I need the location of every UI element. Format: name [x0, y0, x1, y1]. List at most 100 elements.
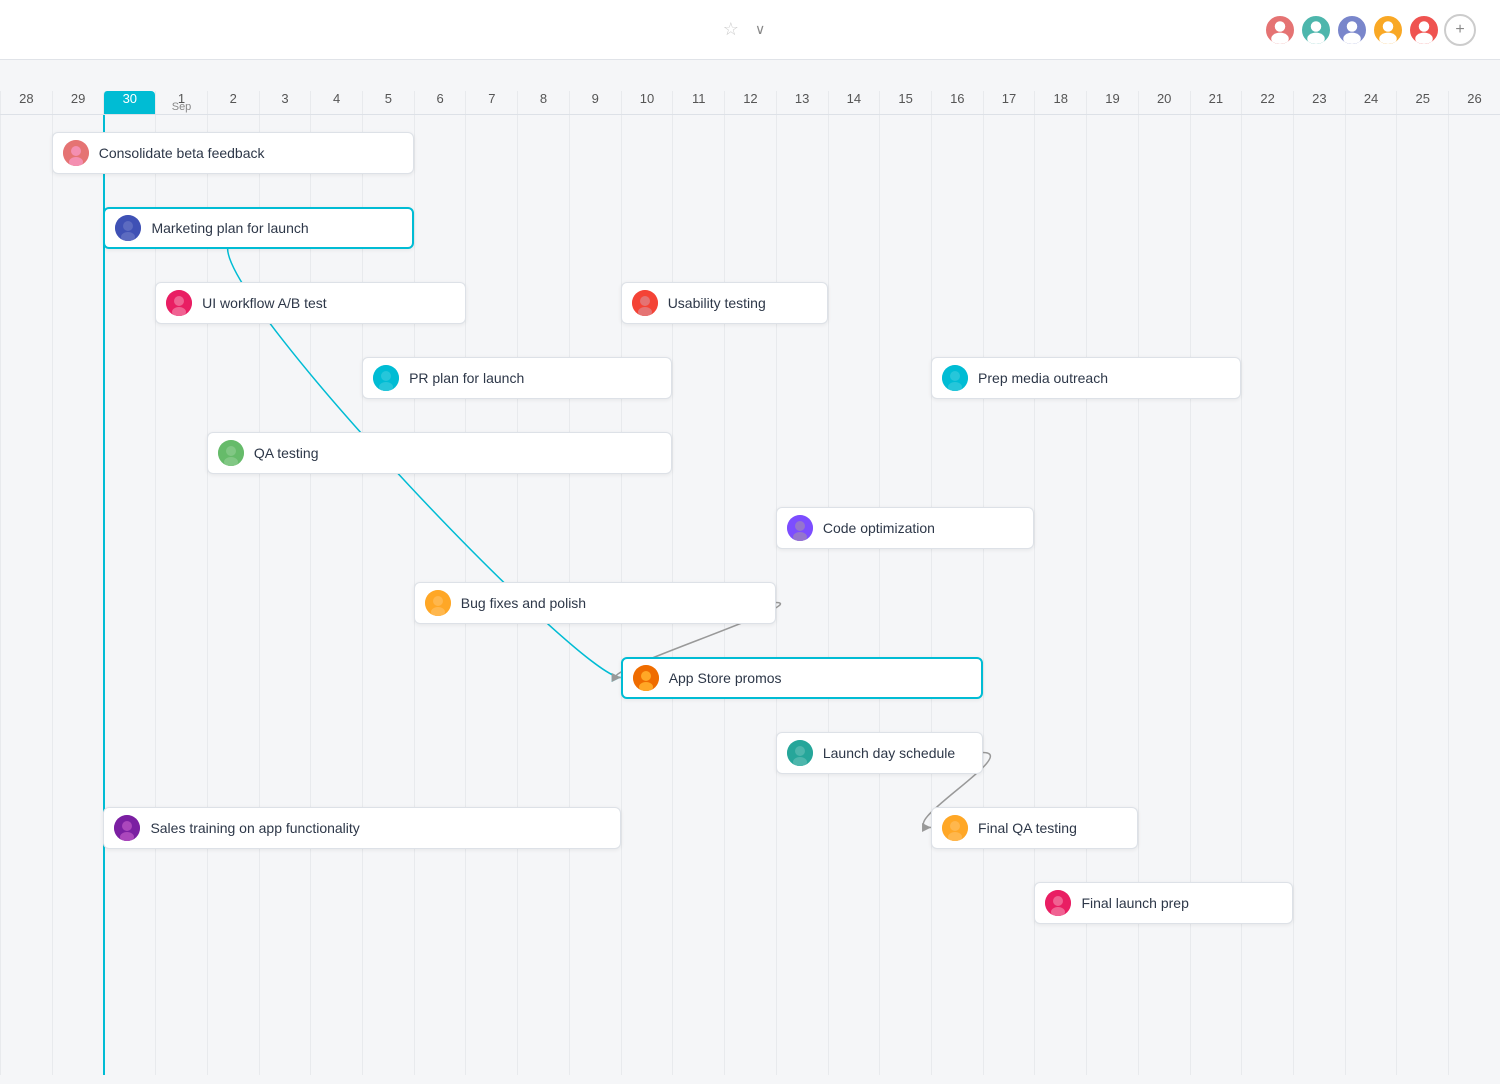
timeline-date-30: 30	[103, 91, 155, 114]
task-label: Bug fixes and polish	[461, 595, 586, 611]
gantt-body: Consolidate beta feedback Marketing plan…	[0, 115, 1500, 1075]
task-card-t5[interactable]: PR plan for launch	[362, 357, 672, 399]
app-bar: ☆ ∨ +	[0, 0, 1500, 60]
grid-col-19	[983, 115, 1035, 1075]
task-label: PR plan for launch	[409, 370, 524, 386]
task-label: App Store promos	[669, 670, 782, 686]
grid-col-17	[879, 115, 931, 1075]
timeline-date-26: 26	[1448, 91, 1500, 114]
timeline-date-1: Sep1	[155, 91, 207, 114]
timeline-date-3: 3	[259, 91, 311, 114]
timeline-date-8: 8	[517, 91, 569, 114]
task-card-t10[interactable]: App Store promos	[621, 657, 983, 699]
task-avatar	[632, 290, 658, 316]
app-bar-center: ☆ ∨	[723, 19, 765, 40]
grid-col-15	[776, 115, 828, 1075]
timeline-date-20: 20	[1138, 91, 1190, 114]
grid-col-3	[155, 115, 207, 1075]
task-card-t7[interactable]: QA testing	[207, 432, 673, 474]
task-card-t6[interactable]: Prep media outreach	[931, 357, 1241, 399]
grid-col-21	[1086, 115, 1138, 1075]
timeline-date-10: 10	[621, 91, 673, 114]
task-card-t1[interactable]: Consolidate beta feedback	[52, 132, 414, 174]
task-avatar	[115, 215, 141, 241]
avatar-5[interactable]	[1408, 14, 1440, 46]
task-card-t12[interactable]: Sales training on app functionality	[103, 807, 620, 849]
avatar-3[interactable]	[1336, 14, 1368, 46]
gantt-container: 282930Sep1234567891011121314151617181920…	[0, 60, 1500, 1084]
grid-col-4	[207, 115, 259, 1075]
task-card-t2[interactable]: Marketing plan for launch	[103, 207, 413, 249]
task-label: Final QA testing	[978, 820, 1077, 836]
timeline-date-4: 4	[310, 91, 362, 114]
avatar-1[interactable]	[1264, 14, 1296, 46]
timeline-date-9: 9	[569, 91, 621, 114]
timeline-date-5: 5	[362, 91, 414, 114]
avatar-2[interactable]	[1300, 14, 1332, 46]
task-label: Marketing plan for launch	[151, 220, 308, 236]
timeline-date-29: 29	[52, 91, 104, 114]
timeline-date-23: 23	[1293, 91, 1345, 114]
grid-col-16	[828, 115, 880, 1075]
task-avatar	[218, 440, 244, 466]
grid-col-6	[310, 115, 362, 1075]
task-label: Final launch prep	[1081, 895, 1188, 911]
chevron-down-icon[interactable]: ∨	[755, 21, 765, 38]
avatar-group: +	[1264, 14, 1476, 46]
timeline-date-11: 11	[672, 91, 724, 114]
timeline-date-25: 25	[1396, 91, 1448, 114]
task-label: Launch day schedule	[823, 745, 955, 761]
task-avatar	[942, 815, 968, 841]
task-label: Usability testing	[668, 295, 766, 311]
timeline-date-24: 24	[1345, 91, 1397, 114]
timeline-date-17: 17	[983, 91, 1035, 114]
timeline-date-16: 16	[931, 91, 983, 114]
grid-col-5	[259, 115, 311, 1075]
timeline-date-21: 21	[1190, 91, 1242, 114]
task-avatar	[942, 365, 968, 391]
timeline-date-7: 7	[465, 91, 517, 114]
timeline-date-6: 6	[414, 91, 466, 114]
task-avatar	[166, 290, 192, 316]
task-avatar	[633, 665, 659, 691]
task-card-t9[interactable]: Bug fixes and polish	[414, 582, 776, 624]
task-avatar	[373, 365, 399, 391]
grid-col-22	[1138, 115, 1190, 1075]
timeline-date-12: 12	[724, 91, 776, 114]
grid-col-0	[0, 115, 52, 1075]
grid-col-7	[362, 115, 414, 1075]
grid-col-24	[1241, 115, 1293, 1075]
timeline-date-13: 13	[776, 91, 828, 114]
timeline-date-2: 2	[207, 91, 259, 114]
task-avatar	[114, 815, 140, 841]
task-card-t8[interactable]: Code optimization	[776, 507, 1035, 549]
grid-col-18	[931, 115, 983, 1075]
task-card-t4[interactable]: Usability testing	[621, 282, 828, 324]
task-label: Consolidate beta feedback	[99, 145, 265, 161]
grid-col-1	[52, 115, 104, 1075]
grid-col-20	[1034, 115, 1086, 1075]
task-card-t11[interactable]: Launch day schedule	[776, 732, 983, 774]
timeline-date-19: 19	[1086, 91, 1138, 114]
task-label: Prep media outreach	[978, 370, 1108, 386]
grid-col-2	[103, 115, 155, 1075]
task-label: Sales training on app functionality	[150, 820, 359, 836]
star-icon[interactable]: ☆	[723, 19, 739, 40]
task-card-t3[interactable]: UI workflow A/B test	[155, 282, 465, 324]
grid-col-28	[1448, 115, 1500, 1075]
add-member-button[interactable]: +	[1444, 14, 1476, 46]
month-label: Sep	[172, 101, 192, 113]
task-card-t14[interactable]: Final launch prep	[1034, 882, 1293, 924]
timeline-header: 282930Sep1234567891011121314151617181920…	[0, 60, 1500, 115]
task-avatar	[787, 740, 813, 766]
timeline-date-14: 14	[828, 91, 880, 114]
grid-col-27	[1396, 115, 1448, 1075]
task-card-t13[interactable]: Final QA testing	[931, 807, 1138, 849]
task-label: UI workflow A/B test	[202, 295, 326, 311]
task-avatar	[425, 590, 451, 616]
avatar-4[interactable]	[1372, 14, 1404, 46]
timeline-date-18: 18	[1034, 91, 1086, 114]
task-avatar	[1045, 890, 1071, 916]
timeline-date-22: 22	[1241, 91, 1293, 114]
grid-col-26	[1345, 115, 1397, 1075]
